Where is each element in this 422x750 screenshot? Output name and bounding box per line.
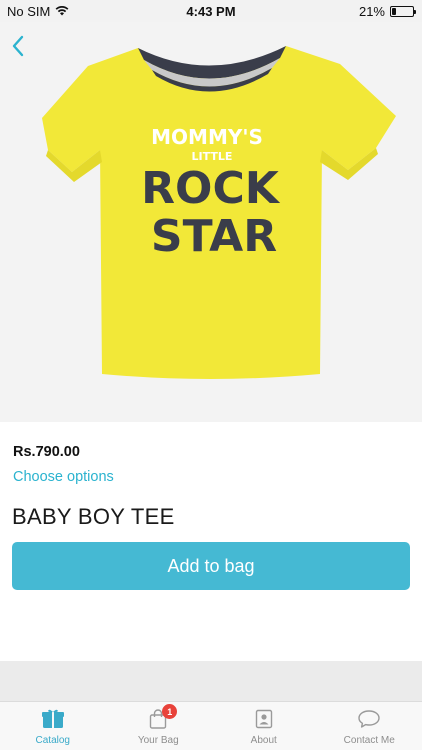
- battery-fill: [392, 8, 396, 15]
- print-line-4: STAR: [151, 211, 277, 262]
- status-right: 21%: [358, 4, 416, 19]
- bag-count-badge: 1: [162, 704, 178, 719]
- print-line-1: MOMMY'S: [151, 125, 263, 149]
- tab-bar: Catalog 1 Your Bag About Contact Me: [0, 701, 422, 750]
- add-to-bag-button[interactable]: Add to bag: [12, 542, 410, 590]
- tab-about-label: About: [250, 735, 277, 746]
- status-bar: No SIM 4:43 PM 21%: [0, 0, 422, 22]
- about-icon: [251, 708, 277, 730]
- product-image-area: MOMMY'S LITTLE ROCK STAR: [0, 22, 422, 422]
- tab-catalog-label: Catalog: [35, 735, 70, 746]
- tab-about[interactable]: About: [211, 702, 317, 750]
- chat-icon: [356, 708, 382, 730]
- t-shirt-image: MOMMY'S LITTLE ROCK STAR: [42, 46, 396, 379]
- tab-catalog[interactable]: Catalog: [0, 702, 106, 750]
- battery-icon: [390, 6, 416, 17]
- bag-icon: 1: [145, 704, 178, 730]
- catalog-icon: [40, 708, 66, 730]
- print-line-2: LITTLE: [192, 150, 233, 163]
- back-button[interactable]: [6, 32, 30, 60]
- tab-your-bag-label: Your Bag: [137, 735, 179, 746]
- print-line-3: ROCK: [141, 163, 281, 214]
- choose-options-link[interactable]: Choose options: [13, 469, 114, 485]
- gray-divider-strip: [0, 661, 422, 701]
- battery-percent: 21%: [358, 4, 385, 19]
- product-title: BABY BOY TEE: [12, 504, 175, 529]
- product-price: Rs.790.00: [13, 444, 80, 460]
- tab-contact-me-label: Contact Me: [343, 735, 395, 746]
- tab-contact-me[interactable]: Contact Me: [317, 702, 422, 750]
- tab-your-bag[interactable]: 1 Your Bag: [106, 702, 212, 750]
- chevron-left-icon: [12, 35, 24, 57]
